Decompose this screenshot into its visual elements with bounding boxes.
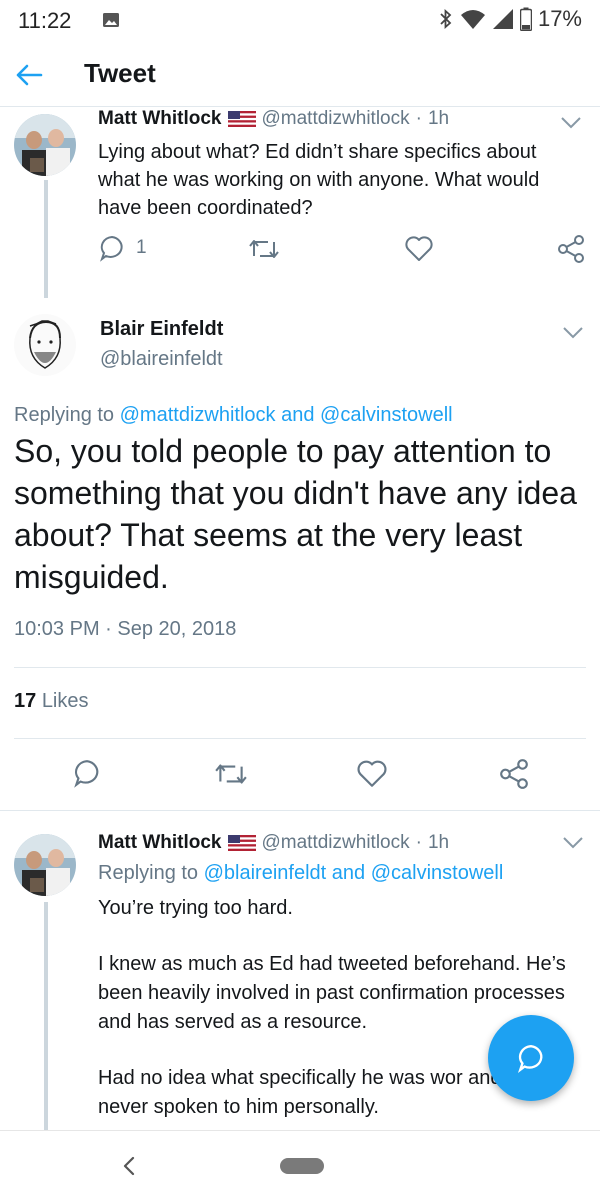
tweet-paragraph: You’re trying too hard. bbox=[98, 897, 293, 919]
divider bbox=[14, 667, 586, 668]
header-divider bbox=[0, 106, 600, 107]
author-handle[interactable]: @blaireinfeldt bbox=[100, 348, 223, 371]
app-bar: Tweet bbox=[0, 46, 600, 102]
replying-to: Replying to @blaireinfeldt and @calvinst… bbox=[98, 862, 503, 885]
separator: · bbox=[415, 108, 422, 129]
us-flag-icon bbox=[227, 835, 256, 851]
author-handle[interactable]: @mattdizwhitlock bbox=[262, 108, 410, 130]
nav-back-icon[interactable] bbox=[120, 1155, 138, 1177]
author-name[interactable]: Blair Einfeldt bbox=[100, 318, 223, 341]
avatar[interactable] bbox=[14, 834, 76, 896]
reply-icon bbox=[100, 235, 123, 262]
like-icon[interactable] bbox=[356, 758, 388, 788]
nav-home-pill[interactable] bbox=[280, 1158, 324, 1174]
signal-icon bbox=[492, 9, 513, 29]
tweet-header: Matt Whitlock @mattdizwhitlock · 1h bbox=[98, 832, 449, 854]
bluetooth-icon bbox=[440, 8, 452, 30]
status-icons: 17% bbox=[438, 6, 582, 32]
divider bbox=[14, 738, 586, 739]
status-bar: 11:22 17% bbox=[0, 0, 600, 40]
retweet-icon[interactable] bbox=[248, 236, 280, 262]
mention-link[interactable]: @calvinstowell bbox=[320, 404, 453, 426]
tweet-header: Matt Whitlock @mattdizwhitlock · 1h bbox=[98, 108, 449, 130]
page-title: Tweet bbox=[84, 58, 156, 88]
likes-number: 17 bbox=[14, 690, 37, 712]
separator: · bbox=[415, 832, 422, 853]
replying-prefix: Replying to bbox=[98, 862, 199, 884]
reply-action[interactable]: 1 bbox=[98, 234, 147, 262]
status-time: 11:22 bbox=[18, 8, 72, 33]
chevron-down-icon[interactable] bbox=[560, 116, 582, 130]
tweet-time: 1h bbox=[427, 108, 450, 129]
battery-icon bbox=[519, 7, 532, 31]
divider bbox=[0, 810, 600, 811]
avatar[interactable] bbox=[14, 114, 76, 176]
likes-label: Likes bbox=[41, 690, 89, 712]
tweet-time: 1h bbox=[427, 832, 450, 853]
likes-count[interactable]: 17 Likes bbox=[14, 690, 89, 713]
us-flag-icon bbox=[227, 111, 256, 127]
tweet-text: So, you told people to pay attention to … bbox=[14, 433, 577, 595]
reply-icon[interactable] bbox=[72, 758, 102, 788]
replying-to: Replying to @mattdizwhitlock and @calvin… bbox=[14, 404, 453, 427]
retweet-icon[interactable] bbox=[214, 760, 248, 788]
share-icon[interactable] bbox=[556, 234, 586, 264]
replying-prefix: Replying to bbox=[14, 404, 115, 426]
like-icon[interactable] bbox=[404, 234, 434, 262]
tweet-text: Lying about what? Ed didn’t share specif… bbox=[98, 141, 540, 219]
mention-link[interactable]: @calvinstowell bbox=[371, 862, 504, 884]
avatar[interactable] bbox=[14, 314, 76, 376]
reply-bubble-icon bbox=[517, 1045, 543, 1073]
author-name[interactable]: Matt Whitlock bbox=[98, 108, 222, 130]
avatar-sketch bbox=[14, 314, 76, 376]
compose-reply-button[interactable] bbox=[488, 1015, 574, 1101]
tweet-timestamp: 10:03 PM · Sep 20, 2018 bbox=[14, 618, 237, 640]
replying-and: and bbox=[281, 404, 315, 426]
back-arrow-icon[interactable] bbox=[14, 60, 44, 90]
battery-percent: 17% bbox=[537, 6, 582, 31]
share-icon[interactable] bbox=[498, 758, 530, 790]
chevron-down-icon[interactable] bbox=[562, 326, 584, 340]
system-nav-bar bbox=[0, 1130, 600, 1200]
thread-line bbox=[44, 180, 48, 298]
author-name[interactable]: Matt Whitlock bbox=[98, 832, 222, 854]
avatar-photo bbox=[14, 114, 76, 176]
wifi-icon bbox=[460, 10, 485, 29]
thread-line bbox=[44, 902, 48, 1130]
image-icon bbox=[103, 13, 119, 27]
chevron-down-icon[interactable] bbox=[562, 836, 584, 850]
avatar-photo bbox=[14, 834, 76, 896]
mention-link[interactable]: @blaireinfeldt bbox=[204, 862, 327, 884]
author-handle[interactable]: @mattdizwhitlock bbox=[262, 832, 410, 854]
reply-count: 1 bbox=[136, 237, 147, 258]
mention-link[interactable]: @mattdizwhitlock bbox=[120, 404, 276, 426]
replying-and: and bbox=[331, 862, 366, 884]
